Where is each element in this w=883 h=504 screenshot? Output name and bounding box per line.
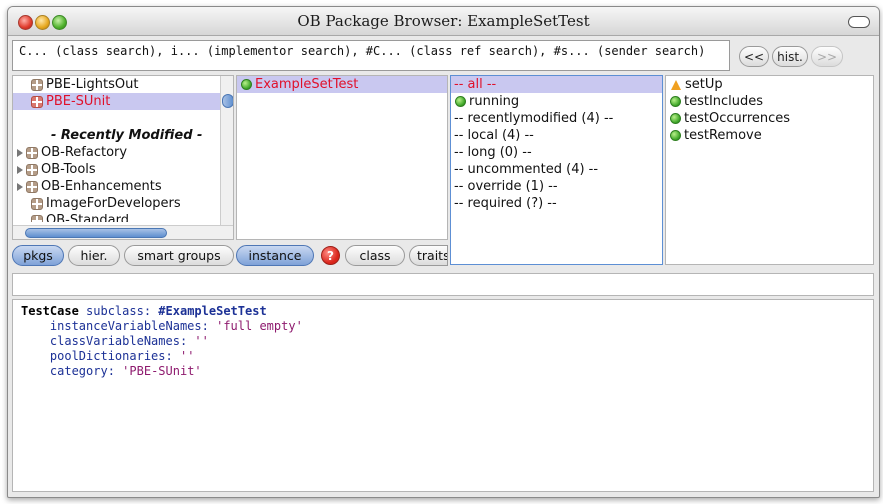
title-bar[interactable]: OB Package Browser: ExampleSetTest [8,7,879,36]
string-literal: '' [179,349,195,363]
expand-triangle-icon[interactable] [17,148,23,157]
package-icon [31,214,43,222]
list-item-selected[interactable]: -- all -- [451,76,662,93]
string-literal: 'PBE-SUnit' [122,364,202,378]
forward-button[interactable]: >> [811,46,843,67]
superclass-name: TestCase [21,304,79,318]
package-label: ImageForDevelopers [46,196,181,211]
method-label: setUp [685,77,723,92]
list-item[interactable]: OB-Refactory [13,144,233,161]
package-icon [31,197,43,210]
instance-toggle[interactable]: instance [236,245,314,266]
list-item[interactable]: testRemove [666,127,873,144]
method-label: testOccurrences [684,111,791,126]
warning-icon [671,79,681,90]
list-item[interactable]: running [451,93,662,110]
list-item[interactable]: testIncludes [666,93,873,110]
message-keyword: poolDictionaries: [49,349,173,363]
list-item[interactable]: ImageForDevelopers [13,195,233,212]
method-label: testRemove [684,128,762,143]
package-icon [26,180,38,193]
annotation-pane[interactable] [12,273,874,296]
package-icon [31,95,43,108]
list-item[interactable]: OB-Enhancements [13,178,233,195]
smart-groups-toggle[interactable]: smart groups [124,245,234,266]
green-dot-icon [455,96,466,107]
list-item[interactable]: -- override (1) -- [451,178,662,195]
list-item[interactable]: OB-Standard [13,212,233,222]
package-list[interactable]: PBE-LightsOut PBE-SUnit - Recently Modif… [12,75,234,240]
green-dot-icon [670,96,681,107]
window-title: OB Package Browser: ExampleSetTest [297,12,590,30]
history-button[interactable]: hist. [772,46,808,67]
green-dot-icon [670,130,681,141]
back-button[interactable]: << [739,46,769,67]
traits-toggle[interactable]: traits [409,245,448,266]
string-literal: 'full empty' [216,319,303,333]
collapse-button[interactable] [848,16,870,28]
list-item[interactable]: OB-Tools [13,161,233,178]
package-label: PBE-SUnit [46,94,111,109]
section-header: - Recently Modified - [51,128,203,143]
message-keyword: classVariableNames: [49,334,188,348]
protocol-list[interactable]: -- all -- running -- recentlymodified (4… [450,75,663,265]
list-item-selected[interactable]: ExampleSetTest [237,76,447,93]
package-label: PBE-LightsOut [46,77,139,92]
scroll-thumb[interactable] [25,228,167,238]
package-label: OB-Refactory [41,145,128,160]
class-list[interactable]: ExampleSetTest [236,75,448,240]
package-icon [26,146,38,159]
list-item[interactable]: -- uncommented (4) -- [451,161,662,178]
browser-window: OB Package Browser: ExampleSetTest C... … [7,6,880,498]
scroll-thumb[interactable] [222,94,233,108]
package-label: OB-Enhancements [41,179,162,194]
expand-triangle-icon[interactable] [17,165,23,174]
package-vertical-scrollbar[interactable] [220,76,233,225]
list-item[interactable]: -- recentlymodified (4) -- [451,110,662,127]
message-keyword: subclass: [86,304,152,318]
class-symbol: #ExampleSetTest [158,304,267,318]
package-label: OB-Tools [41,162,96,177]
hierarchy-toggle[interactable]: hier. [68,245,120,266]
list-item[interactable]: -- long (0) -- [451,144,662,161]
message-keyword: instanceVariableNames: [49,319,209,333]
list-item[interactable]: PBE-LightsOut [13,76,233,93]
green-dot-icon [241,79,252,90]
list-item[interactable]: -- local (4) -- [451,127,662,144]
list-item[interactable]: testOccurrences [666,110,873,127]
expand-triangle-icon[interactable] [17,182,23,191]
package-horizontal-scrollbar[interactable] [13,225,233,239]
search-input[interactable]: C... (class search), i... (implementor s… [12,40,730,71]
method-label: testIncludes [684,94,764,109]
package-icon [26,163,38,176]
list-item[interactable]: -- required (?) -- [451,195,662,212]
pkgs-toggle[interactable]: pkgs [12,245,64,266]
list-item[interactable]: setUp [666,76,873,93]
message-keyword: category: [49,364,115,378]
category-label: running [469,94,520,109]
list-item-selected[interactable]: PBE-SUnit [13,93,233,110]
package-icon [31,78,43,91]
method-list[interactable]: setUp testIncludes testOccurrences testR… [665,75,874,265]
class-label: ExampleSetTest [255,77,359,92]
code-editor[interactable]: TestCase subclass: #ExampleSetTest insta… [12,299,874,492]
string-literal: '' [194,334,209,348]
help-button[interactable]: ? [321,246,340,265]
package-label: OB-Standard [46,213,129,222]
class-toggle[interactable]: class [345,245,405,266]
green-dot-icon [670,113,681,124]
